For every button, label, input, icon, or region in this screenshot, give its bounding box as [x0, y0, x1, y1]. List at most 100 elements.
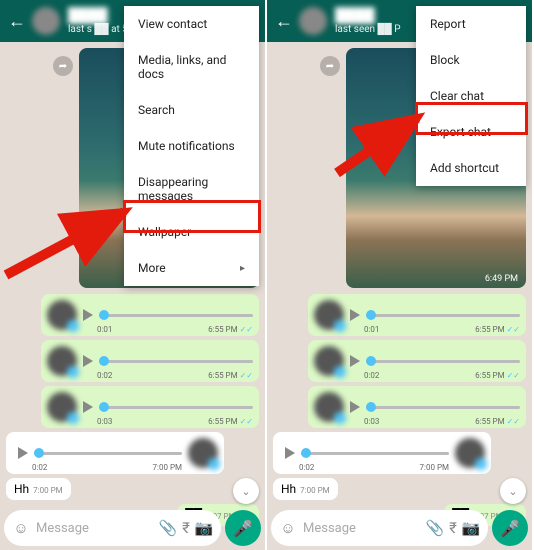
camera-icon[interactable]: 📷 [195, 519, 213, 537]
message-time: 7:00 PM [33, 486, 62, 495]
voice-time: 6:55 PM✓✓ [208, 325, 253, 334]
menu-view-contact[interactable]: View contact [124, 6, 259, 42]
forward-icon[interactable]: ➦ [53, 56, 73, 76]
menu-block[interactable]: Block [416, 42, 526, 78]
mic-badge-icon [67, 320, 79, 332]
voice-message[interactable]: 0:03 6:55 PM✓✓ [41, 386, 259, 428]
play-icon[interactable] [83, 401, 93, 413]
voice-avatar [188, 438, 218, 468]
back-icon[interactable]: ← [8, 11, 26, 32]
emoji-icon[interactable]: ☺ [279, 519, 297, 537]
voice-message[interactable]: 0:036:55 PM✓✓ [308, 386, 526, 428]
mic-badge-icon [67, 412, 79, 424]
message-input-box[interactable]: ☺ Message 📎 ₹ 📷 [271, 510, 488, 546]
play-icon[interactable] [285, 447, 295, 459]
forward-icon[interactable]: ➦ [320, 56, 340, 76]
voice-message[interactable]: 0:026:55 PM✓✓ [308, 340, 526, 382]
seek-dot[interactable] [99, 402, 109, 412]
voice-track[interactable] [301, 452, 449, 455]
voice-duration: 0:01 [97, 325, 112, 334]
voice-track[interactable] [99, 314, 253, 317]
chevron-right-icon: ▸ [240, 263, 245, 274]
voice-time: 7:00 PM [153, 463, 182, 472]
voice-message-incoming[interactable]: 0:027:00 PM [273, 432, 491, 474]
rupee-icon[interactable]: ₹ [444, 519, 462, 537]
voice-avatar [47, 346, 77, 376]
mic-badge-icon [334, 366, 346, 378]
contact-name: ████ [335, 7, 401, 24]
mic-badge-icon [334, 320, 346, 332]
seek-dot[interactable] [99, 356, 109, 366]
mic-badge-icon [208, 458, 220, 470]
play-icon[interactable] [350, 355, 360, 367]
message-text: Hh [281, 482, 296, 496]
menu-disappearing[interactable]: Disappearing messages [124, 164, 259, 214]
menu-search[interactable]: Search [124, 92, 259, 128]
text-message-in[interactable]: Hh 7:00 PM [6, 478, 71, 500]
menu-report[interactable]: Report [416, 6, 526, 42]
header-text[interactable]: ████ last seen ██ P [335, 7, 401, 35]
menu-more-label: More [138, 261, 166, 275]
menu-more[interactable]: More ▸ [124, 250, 259, 286]
arrow-annotation [6, 200, 136, 284]
voice-duration: 0:03 [97, 417, 112, 426]
voice-time: 6:55 PM✓✓ [475, 417, 520, 426]
screenshot-pair: ← ████ last s ██ at 5:16 View contact Me… [0, 0, 534, 550]
voice-avatar [314, 346, 344, 376]
seek-dot[interactable] [366, 310, 376, 320]
play-icon[interactable] [83, 355, 93, 367]
play-icon[interactable] [83, 309, 93, 321]
voice-track[interactable] [366, 406, 520, 409]
text-message-in[interactable]: Hh7:00 PM [273, 478, 338, 500]
message-time: 6:49 PM [485, 274, 518, 284]
menu-wallpaper[interactable]: Wallpaper [124, 214, 259, 250]
seek-dot[interactable] [301, 448, 311, 458]
scroll-to-bottom-button[interactable]: ⌄ [500, 478, 526, 504]
rupee-icon[interactable]: ₹ [177, 519, 195, 537]
voice-track[interactable] [34, 452, 182, 455]
attach-icon[interactable]: 📎 [426, 519, 444, 537]
voice-duration: 0:02 [97, 371, 112, 380]
arrow-annotation [337, 108, 437, 182]
message-placeholder: Message [36, 521, 159, 536]
seek-dot[interactable] [366, 402, 376, 412]
emoji-icon[interactable]: ☺ [12, 519, 30, 537]
contact-avatar[interactable] [299, 7, 327, 35]
input-bar: ☺ Message 📎 ₹ 📷 🎤 [4, 510, 261, 546]
play-icon[interactable] [350, 401, 360, 413]
voice-avatar [455, 438, 485, 468]
voice-message[interactable]: 0:026:55 PM✓✓ [41, 340, 259, 382]
voice-avatar [314, 300, 344, 330]
voice-avatar [47, 300, 77, 330]
voice-message-incoming[interactable]: 0:02 7:00 PM [6, 432, 224, 474]
mic-badge-icon [475, 458, 487, 470]
phone-left: ← ████ last s ██ at 5:16 View contact Me… [0, 0, 265, 550]
menu-media[interactable]: Media, links, and docs [124, 42, 259, 92]
camera-icon[interactable]: 📷 [462, 519, 480, 537]
play-icon[interactable] [18, 447, 28, 459]
mic-button[interactable]: 🎤 [225, 510, 261, 546]
voice-track[interactable] [366, 314, 520, 317]
voice-duration: 0:02 [364, 371, 379, 380]
voice-track[interactable] [99, 360, 253, 363]
message-text: Hh [14, 482, 29, 496]
menu-mute[interactable]: Mute notifications [124, 128, 259, 164]
scroll-to-bottom-button[interactable]: ⌄ [233, 478, 259, 504]
mic-badge-icon [67, 366, 79, 378]
voice-time: 6:55 PM✓✓ [208, 417, 253, 426]
play-icon[interactable] [350, 309, 360, 321]
voice-message[interactable]: 0:016:55 PM✓✓ [308, 294, 526, 336]
mic-button[interactable]: 🎤 [492, 510, 528, 546]
seek-dot[interactable] [99, 310, 109, 320]
contact-avatar[interactable] [32, 7, 60, 35]
voice-track[interactable] [366, 360, 520, 363]
attach-icon[interactable]: 📎 [159, 519, 177, 537]
voice-duration: 0:02 [32, 463, 47, 472]
voice-track[interactable] [99, 406, 253, 409]
seek-dot[interactable] [366, 356, 376, 366]
back-icon[interactable]: ← [275, 11, 293, 32]
voice-message[interactable]: 0:01 6:55 PM✓✓ [41, 294, 259, 336]
mic-badge-icon [334, 412, 346, 424]
message-input-box[interactable]: ☺ Message 📎 ₹ 📷 [4, 510, 221, 546]
seek-dot[interactable] [34, 448, 44, 458]
